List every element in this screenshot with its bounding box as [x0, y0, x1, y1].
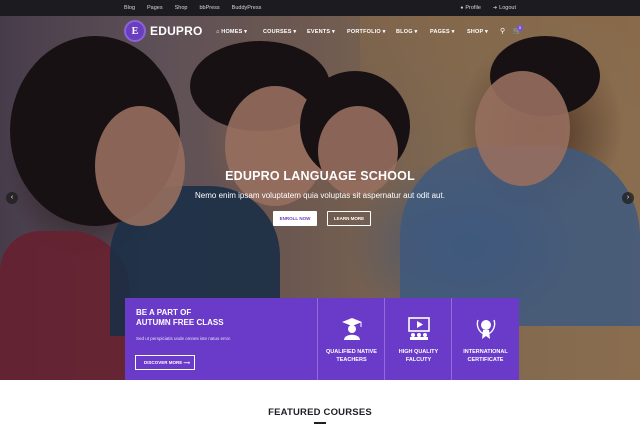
feature-label: QUALIFIED NATIVE TEACHERS [318, 348, 385, 364]
graduate-icon [342, 318, 362, 340]
feature-qualified-teachers: QUALIFIED NATIVE TEACHERS [317, 298, 384, 380]
top-link-buddypress[interactable]: BuddyPress [232, 5, 262, 11]
hero-subtitle: Nemo enim ipsam voluptatem quia voluptas… [195, 191, 445, 200]
nav-label: PAGES [430, 29, 450, 35]
feature-label-line2: TEACHERS [336, 357, 367, 363]
logout-label: Logout [499, 5, 516, 11]
logo-text: EDUPRO [150, 24, 203, 38]
promo-text: Sed ut perspiciatis unde omnes iste natu… [136, 336, 232, 341]
slider-next-arrow-icon[interactable]: › [622, 192, 634, 204]
discover-more-button[interactable]: DISCOVER MORE ⟶ [135, 355, 195, 370]
profile-link[interactable]: ● Profile [460, 5, 481, 11]
hero-title: EDUPRO LANGUAGE SCHOOL [225, 169, 415, 183]
nav-item-pages[interactable]: PAGES ▾ [430, 29, 455, 35]
top-link-bbpress[interactable]: bbPress [199, 5, 219, 11]
promo-title-line2: AUTUMN FREE CLASS [136, 318, 224, 327]
logo-badge-icon: E [124, 20, 146, 42]
nav-label: EVENTS [307, 29, 331, 35]
chevron-down-icon: ▾ [331, 29, 335, 35]
heading-underline [314, 422, 326, 424]
promo-title-line1: BE A PART OF [136, 308, 192, 317]
top-link-shop[interactable]: Shop [175, 5, 188, 11]
site-logo[interactable]: E EDUPRO [124, 20, 203, 42]
slider-prev-arrow-icon[interactable]: ‹ [6, 192, 18, 204]
top-bar: Blog Pages Shop bbPress BuddyPress ● Prof… [0, 0, 640, 16]
profile-label: Profile [465, 5, 481, 11]
user-icon: ● [460, 5, 464, 11]
feature-label-line1: HIGH QUALITY [398, 349, 439, 355]
nav-item-events[interactable]: EVENTS ▾ [307, 29, 335, 35]
presentation-icon [408, 317, 430, 340]
featured-courses-heading: FEATURED COURSES [268, 407, 372, 418]
promo-panel: BE A PART OF AUTUMN FREE CLASS Sed ut pe… [125, 298, 519, 380]
nav-label: BLOG [396, 29, 413, 35]
chevron-down-icon: ▾ [244, 29, 248, 35]
feature-label: HIGH QUALITY FALCUTY [385, 348, 452, 364]
search-icon[interactable]: ⚲ [500, 27, 505, 35]
nav-item-homes[interactable]: ⌂ HOMES ▾ [216, 29, 247, 35]
nav-item-portfolio[interactable]: PORTFOLIO ▾ [347, 29, 386, 35]
nav-label: COURSES [263, 29, 292, 35]
enroll-now-button[interactable]: ENROLL NOW [273, 211, 317, 226]
feature-label: INTERNATIONAL CERTIFICATE [452, 348, 519, 364]
nav-label: HOMES [221, 29, 243, 35]
feature-label-line1: QUALIFIED NATIVE [326, 349, 377, 355]
discover-label: DISCOVER MORE [144, 360, 183, 365]
learn-more-button[interactable]: LEARN MORE [327, 211, 371, 226]
chevron-down-icon: ▾ [485, 29, 488, 35]
promo-title: BE A PART OF AUTUMN FREE CLASS [136, 308, 224, 328]
top-links: Blog Pages Shop bbPress BuddyPress [124, 5, 261, 11]
arrow-right-icon: ⟶ [183, 360, 190, 365]
feature-label-line1: INTERNATIONAL [463, 349, 508, 355]
chevron-down-icon: ▾ [382, 29, 386, 35]
account-links: ● Profile ➜ Logout [460, 5, 516, 11]
nav-label: PORTFOLIO [347, 29, 381, 35]
feature-label-line2: FALCUTY [405, 357, 432, 363]
feature-international-certificate: INTERNATIONAL CERTIFICATE [451, 298, 518, 380]
award-icon [476, 319, 496, 339]
chevron-down-icon: ▾ [451, 29, 455, 35]
feature-high-quality-faculty: HIGH QUALITY FALCUTY [384, 298, 451, 380]
logout-link[interactable]: ➜ Logout [493, 5, 516, 11]
nav-label: SHOP [467, 29, 484, 35]
feature-label-line2: CERTIFICATE [467, 357, 504, 363]
nav-item-blog[interactable]: BLOG ▾ [396, 29, 417, 35]
cart-count-badge: 0 [517, 25, 523, 31]
top-link-pages[interactable]: Pages [147, 5, 163, 11]
nav-item-shop[interactable]: SHOP ▾ [467, 29, 488, 35]
top-link-blog[interactable]: Blog [124, 5, 135, 11]
chevron-down-icon: ▾ [293, 29, 297, 35]
logout-icon: ➜ [492, 5, 498, 11]
nav-item-courses[interactable]: COURSES ▾ [263, 29, 296, 35]
chevron-down-icon: ▾ [414, 29, 418, 35]
